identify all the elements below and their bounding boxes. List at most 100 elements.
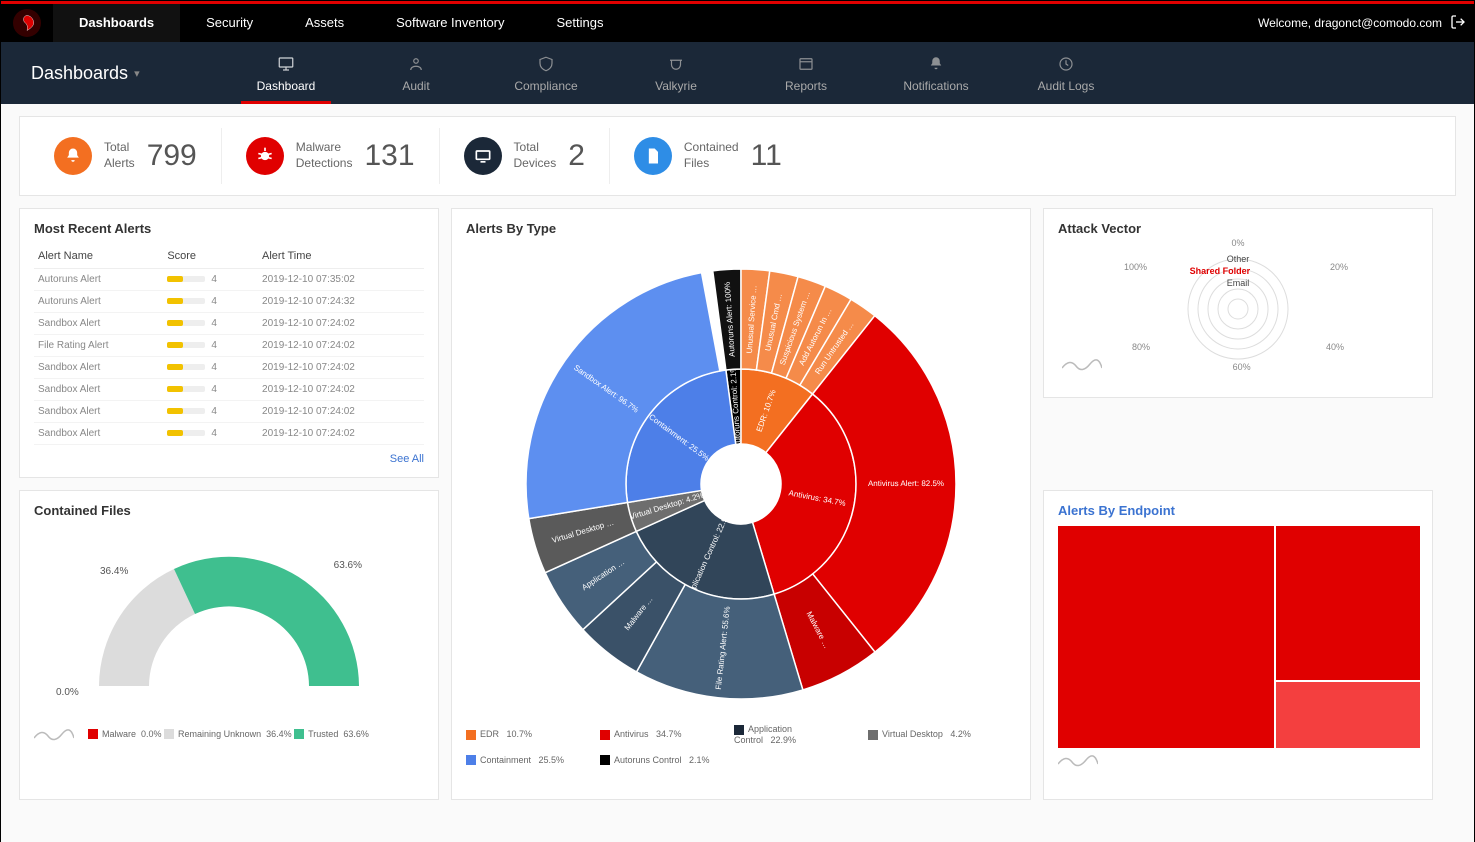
legend-item: Trusted 63.6% xyxy=(294,729,369,739)
file-icon xyxy=(634,137,672,175)
reports-icon xyxy=(796,53,816,75)
subnav-item-notifications[interactable]: Notifications xyxy=(871,42,1001,104)
section-label: Dashboards xyxy=(31,63,128,84)
card-most-recent-alerts: Most Recent Alerts Alert Name Score Aler… xyxy=(19,208,439,478)
sunburst-chart[interactable]: Autoruns Control: 2.1%Autoruns Alert: 10… xyxy=(466,244,1016,724)
category-label: Shared Folder xyxy=(1190,266,1251,276)
stat-label: Files xyxy=(684,156,739,172)
card-title[interactable]: Alerts By Endpoint xyxy=(1058,503,1418,518)
subnav-item-audit-logs[interactable]: Audit Logs xyxy=(1001,42,1131,104)
col-header[interactable]: Score xyxy=(163,244,258,269)
table-row[interactable]: Sandbox Alert42019-12-10 07:24:02 xyxy=(34,401,424,423)
stat-label: Total xyxy=(104,140,135,156)
gauge-chart[interactable]: 0.0% 36.4% 63.6% xyxy=(34,526,424,726)
card-title: Contained Files xyxy=(34,503,424,518)
topnav-tab-security[interactable]: Security xyxy=(180,4,279,42)
axis-label: 100% xyxy=(1124,262,1147,272)
alert-icon xyxy=(54,137,92,175)
chevron-down-icon: ▾ xyxy=(134,67,140,80)
legend-item: Antivirus 34.7% xyxy=(600,729,720,740)
topnav-tab-software-inventory[interactable]: Software Inventory xyxy=(370,4,530,42)
card-title: Alerts By Type xyxy=(466,221,1016,236)
logs-icon xyxy=(1056,53,1076,75)
contained-files-legend: Malware 0.0% Remaining Unknown 36.4% Tru… xyxy=(34,726,424,742)
legend-item: Application Control 22.9% xyxy=(734,724,854,745)
gauge-tick: 0.0% xyxy=(56,687,79,698)
monitor-icon xyxy=(276,53,296,75)
stat-label: Alerts xyxy=(104,156,135,172)
legend-item: Malware 0.0% xyxy=(88,729,162,739)
logout-icon[interactable] xyxy=(1450,14,1474,33)
table-row[interactable]: Autoruns Alert42019-12-10 07:35:02 xyxy=(34,269,424,291)
axis-label: 60% xyxy=(1233,362,1251,372)
devices-icon xyxy=(464,137,502,175)
subnav-label: Dashboard xyxy=(257,79,316,93)
legend-item: Remaining Unknown 36.4% xyxy=(164,729,292,739)
stat-total-devices: TotalDevices 2 xyxy=(440,128,610,184)
stat-malware-detections: MalwareDetections 131 xyxy=(222,128,440,184)
bell-icon xyxy=(926,53,946,75)
table-row[interactable]: Sandbox Alert42019-12-10 07:24:02 xyxy=(34,423,424,445)
subnav-item-audit[interactable]: Audit xyxy=(351,42,481,104)
stat-value: 131 xyxy=(364,139,414,173)
table-row[interactable]: Sandbox Alert42019-12-10 07:24:02 xyxy=(34,357,424,379)
subnav-label: Audit xyxy=(402,79,429,93)
stat-value: 11 xyxy=(751,139,782,173)
valkyrie-icon xyxy=(666,53,686,75)
subnav-label: Valkyrie xyxy=(655,79,697,93)
axis-label: 0% xyxy=(1231,238,1244,248)
card-contained-files: Contained Files 0.0% 36.4% 63.6% Malware… xyxy=(19,490,439,800)
bug-icon xyxy=(246,137,284,175)
audit-icon xyxy=(406,53,426,75)
col-header[interactable]: Alert Name xyxy=(34,244,163,269)
radar-chart[interactable]: 0% 20% 40% 60% 80% 100% Other Shared Fol… xyxy=(1058,244,1418,374)
legend-item: Containment 25.5% xyxy=(466,755,586,766)
topnav-tab-dashboards[interactable]: Dashboards xyxy=(53,4,180,42)
legend-item: EDR 10.7% xyxy=(466,729,586,740)
table-row[interactable]: Sandbox Alert42019-12-10 07:24:02 xyxy=(34,379,424,401)
stat-label: Total xyxy=(514,140,557,156)
gauge-tick: 63.6% xyxy=(334,560,362,571)
card-title: Most Recent Alerts xyxy=(34,221,424,236)
subnav-label: Reports xyxy=(785,79,827,93)
axis-label: 80% xyxy=(1132,342,1150,352)
stat-value: 799 xyxy=(147,139,197,173)
treemap-chart[interactable] xyxy=(1058,526,1418,746)
stat-label: Devices xyxy=(514,156,557,172)
treemap-cell[interactable] xyxy=(1276,526,1420,680)
stat-label: Contained xyxy=(684,140,739,156)
stat-total-alerts: TotalAlerts 799 xyxy=(30,128,222,184)
table-row[interactable]: File Rating Alert42019-12-10 07:24:02 xyxy=(34,335,424,357)
subnav-item-dashboard[interactable]: Dashboard xyxy=(221,42,351,104)
subnav-item-valkyrie[interactable]: Valkyrie xyxy=(611,42,741,104)
table-row[interactable]: Sandbox Alert42019-12-10 07:24:02 xyxy=(34,313,424,335)
app-logo-icon xyxy=(13,9,41,37)
treemap-cell[interactable] xyxy=(1276,682,1420,748)
sub-nav: Dashboards ▾ Dashboard Audit Compliance … xyxy=(1,42,1474,104)
see-all-link[interactable]: See All xyxy=(34,445,424,465)
subnav-item-reports[interactable]: Reports xyxy=(741,42,871,104)
alerts-by-type-legend: EDR 10.7% Antivirus 34.7% Application Cont… xyxy=(466,724,1016,765)
topnav-tab-settings[interactable]: Settings xyxy=(531,4,630,42)
legend-item: Autoruns Control 2.1% xyxy=(600,755,720,766)
treemap-cell[interactable] xyxy=(1058,526,1274,748)
section-dropdown[interactable]: Dashboards ▾ xyxy=(1,63,221,84)
subnav-label: Compliance xyxy=(514,79,577,93)
stat-label: Malware xyxy=(296,140,353,156)
gauge-tick: 36.4% xyxy=(100,566,128,577)
axis-label: 40% xyxy=(1326,342,1344,352)
subnav-item-compliance[interactable]: Compliance xyxy=(481,42,611,104)
category-label: Other xyxy=(1227,254,1250,264)
col-header[interactable]: Alert Time xyxy=(258,244,424,269)
card-attack-vector: Attack Vector 0% 20% 40% 60% 80% 100% Ot… xyxy=(1043,208,1433,398)
legend-item: Virtual Desktop 4.2% xyxy=(868,729,988,740)
welcome-text: Welcome, dragonct@comodo.com xyxy=(1258,16,1450,30)
svg-text:Antivirus Alert: 82.5%: Antivirus Alert: 82.5% xyxy=(868,479,944,488)
category-label: Email xyxy=(1227,278,1250,288)
stats-row: TotalAlerts 799 MalwareDetections 131 To… xyxy=(19,116,1456,196)
top-nav: Dashboards Security Assets Software Inve… xyxy=(1,4,1474,42)
stat-label: Detections xyxy=(296,156,353,172)
table-row[interactable]: Autoruns Alert42019-12-10 07:24:32 xyxy=(34,291,424,313)
topnav-tab-assets[interactable]: Assets xyxy=(279,4,370,42)
card-alerts-by-type: Alerts By Type Autoruns Control: 2.1%Aut… xyxy=(451,208,1031,800)
